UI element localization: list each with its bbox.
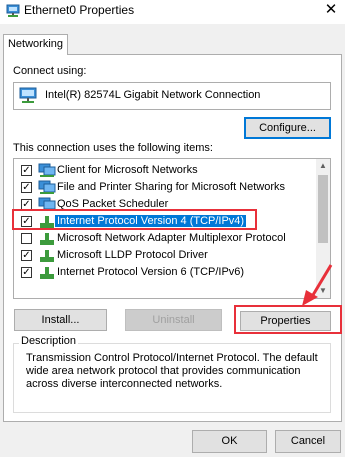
item-checkbox[interactable] [21, 233, 32, 244]
item-checkbox[interactable]: ✓ [21, 250, 32, 261]
list-item[interactable]: ✓ Microsoft LLDP Protocol Driver [14, 247, 317, 264]
window-title: Ethernet0 Properties [24, 3, 135, 17]
annotation-arrow-icon [302, 264, 333, 306]
annotation-highlight-properties [234, 305, 342, 334]
item-checkbox[interactable]: ✓ [21, 182, 32, 193]
close-icon: ✕ [324, 1, 338, 18]
description-text: Transmission Control Protocol/Internet P… [26, 352, 318, 390]
annotation-highlight-ipv4 [12, 209, 257, 230]
network-adapter-icon [19, 87, 37, 103]
configure-button[interactable]: Configure... [244, 117, 331, 139]
item-checkbox[interactable]: ✓ [21, 267, 32, 278]
network-adapter-icon [6, 4, 20, 17]
scroll-thumb[interactable] [318, 175, 328, 243]
client-network-icon [38, 163, 56, 177]
item-label: Microsoft LLDP Protocol Driver [57, 249, 208, 261]
list-item[interactable]: ✓ Client for Microsoft Networks [14, 162, 317, 179]
cancel-button[interactable]: Cancel [275, 430, 341, 453]
protocol-icon [40, 233, 54, 245]
client-network-icon [38, 180, 56, 194]
description-legend: Description [19, 335, 79, 347]
protocol-icon [40, 267, 54, 279]
list-item[interactable]: Microsoft Network Adapter Multiplexor Pr… [14, 230, 317, 247]
list-item[interactable]: ✓ File and Printer Sharing for Microsoft… [14, 179, 317, 196]
connect-using-label: Connect using: [13, 65, 87, 77]
protocol-icon [40, 250, 54, 262]
ok-button[interactable]: OK [192, 430, 267, 453]
scroll-up-arrow-icon[interactable]: ▲ [316, 159, 330, 173]
close-button[interactable]: ✕ [317, 0, 345, 22]
uninstall-button[interactable]: Uninstall [125, 309, 222, 331]
adapter-name: Intel(R) 82574L Gigabit Network Connecti… [45, 89, 261, 101]
install-button[interactable]: Install... [14, 309, 107, 331]
item-label: Microsoft Network Adapter Multiplexor Pr… [57, 232, 286, 244]
list-item[interactable]: ✓ Internet Protocol Version 6 (TCP/IPv6) [14, 264, 317, 281]
items-label: This connection uses the following items… [13, 142, 213, 154]
tab-networking[interactable]: Networking [3, 34, 68, 55]
item-label: Internet Protocol Version 6 (TCP/IPv6) [57, 266, 245, 278]
item-label: File and Printer Sharing for Microsoft N… [57, 181, 286, 193]
item-checkbox[interactable]: ✓ [21, 165, 32, 176]
item-label: Client for Microsoft Networks [57, 164, 198, 176]
